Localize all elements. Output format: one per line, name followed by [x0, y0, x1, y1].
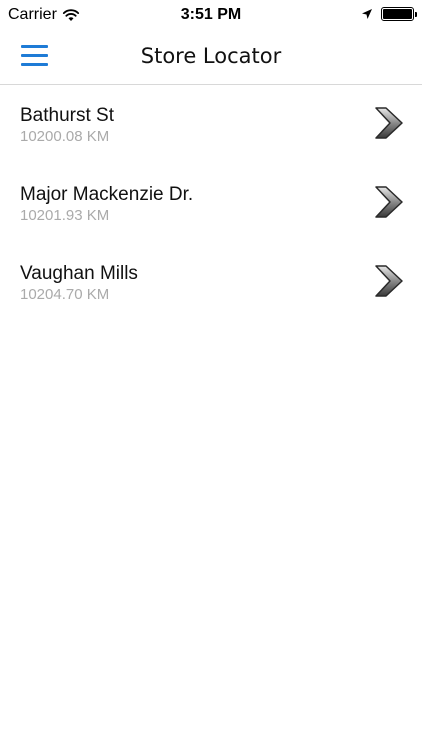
store-name: Bathurst St [20, 105, 114, 126]
store-distance: 10201.93 KM [20, 207, 110, 224]
location-arrow-icon [362, 9, 372, 19]
chevron-right-icon [375, 186, 403, 218]
store-row-major-mackenzie[interactable]: Major Mackenzie Dr. 10201.93 KM [0, 165, 422, 244]
store-name: Vaughan Mills [20, 263, 138, 284]
page-title: Store Locator [140, 44, 282, 68]
store-row-bathurst[interactable]: Bathurst St 10200.08 KM [0, 86, 422, 165]
chevron-right-icon [375, 265, 403, 297]
chevron-right-icon [375, 107, 403, 139]
battery-icon [381, 7, 417, 21]
store-distance: 10204.70 KM [20, 286, 110, 303]
store-name: Major Mackenzie Dr. [20, 184, 194, 205]
status-indicators [361, 7, 417, 21]
store-list: Bathurst St 10200.08 KM Major Mackenzie … [0, 86, 422, 323]
status-time: 3:51 PM [180, 6, 242, 23]
status-bar: Carrier 3:51 PM [0, 0, 422, 30]
navigation-bar: Store Locator [0, 30, 422, 85]
store-row-vaughan-mills[interactable]: Vaughan Mills 10204.70 KM [0, 244, 422, 323]
store-distance: 10200.08 KM [20, 128, 110, 145]
